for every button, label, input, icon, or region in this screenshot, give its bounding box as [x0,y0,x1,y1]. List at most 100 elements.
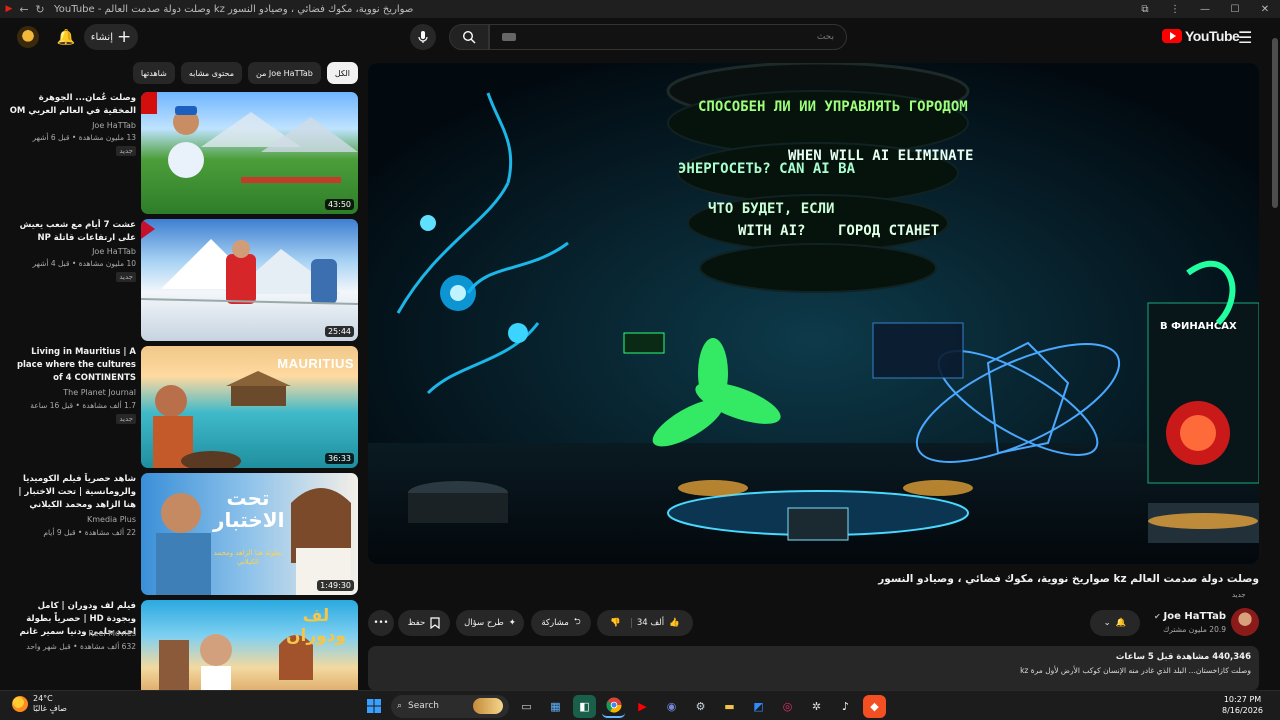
sparkle-icon: ✦ [508,618,516,628]
voice-search-button[interactable] [410,24,436,50]
taskbar-apps: ⌕ Search ▭ ▦ ◧ ▶ ◉ ⚙ ▬ ◩ ◎ ✲ ♪ ◆ [362,694,886,718]
video-title[interactable]: عشت 7 أيام مع شعب يعيش على ارتفاعات قاتل… [8,219,136,245]
search-placeholder: بحث [816,32,834,42]
video-thumbnail[interactable]: 43:50 [141,92,358,214]
brave-icon[interactable]: ◆ [863,694,886,718]
search-button[interactable] [449,24,489,50]
share-button[interactable]: مشاركة ⮌ [531,610,591,636]
video-player[interactable]: СПОСОБЕН ЛИ ИИ УПРАВЛЯТЬ ГОРОДОМ ЭНЕРГОС… [368,63,1259,564]
microphone-icon [418,31,428,43]
youtube-logo[interactable]: YouTube [1162,28,1240,44]
youtube-tab-icon: ▶ [5,4,13,14]
channel-name[interactable]: Reel Movies [8,629,136,638]
chip-watched[interactable]: شاهدتها [132,62,175,84]
chip-from-channel[interactable]: من Joe HaTTab [248,62,321,84]
task-view-icon[interactable]: ▭ [515,695,538,718]
channel-avatar[interactable] [1231,608,1259,636]
video-thumbnail[interactable]: 25:44 [141,219,358,341]
youtube-app-icon[interactable]: ▶ [631,695,654,718]
back-icon[interactable]: ← [16,3,32,16]
settings-icon[interactable]: ✲ [805,695,828,718]
keyboard-icon[interactable] [502,33,516,41]
video-title[interactable]: وصلت عُمان... الجوهرة المخفية في العالم … [8,92,136,118]
capcut-icon[interactable]: ◩ [747,695,770,718]
thumbnail-text: MAURITIUS [277,356,354,371]
video-title[interactable]: Living in Mauritius | A place where the … [8,346,136,386]
reload-icon[interactable]: ↻ [32,3,48,16]
page-scrollbar[interactable] [1270,18,1280,690]
logo-text: YouTube [1185,28,1240,44]
subscribe-bell-button[interactable]: ⌄ 🔔 [1090,610,1140,636]
teams-icon[interactable]: ◧ [573,694,596,718]
duration-badge: 1:49:30 [317,580,354,591]
browser-menu-icon[interactable]: ⋮ [1160,4,1190,15]
channel-name[interactable]: The Planet Journal [8,388,136,397]
thumbnail-subtext: بطولة هنا الزاهد ومحمد الكيلاني [213,549,283,566]
video-thumbnail[interactable]: MAURITIUS 36:33 [141,346,358,468]
steam-icon[interactable]: ⚙ [689,695,712,718]
window-title: YouTube - وصلت دولة صدمت العالم kz صواري… [54,3,414,15]
video-meta: 22 ألف مشاهدة • قبل 9 أيام [43,528,136,537]
account-avatar[interactable] [17,26,39,48]
new-badge: جديد [116,272,136,282]
youtube-play-logo-icon [1162,29,1182,43]
video-title[interactable]: شاهد حصرياً فيلم الكوميديا والرومانسية |… [8,473,136,513]
description-box[interactable]: 440,346 مشاهدة قبل 5 ساعات وصلت كازاخستا… [368,646,1259,691]
ask-button[interactable]: طرح سؤال ✦ [456,610,524,636]
save-button[interactable]: حفظ [398,610,450,636]
save-label: حفظ [407,618,426,628]
hamburger-menu-icon[interactable]: ☰ [1238,28,1252,47]
channel-name[interactable]: Joe HaTTab [8,247,136,256]
list-item[interactable]: 43:50 وصلت عُمان... الجوهرة المخفية في ا… [0,92,358,214]
extensions-icon[interactable]: ⧉ [1130,4,1160,15]
subscriber-count: 20.9 مليون مشترك [1163,625,1226,634]
thumbnail-text: لف ودوران [286,606,346,646]
video-thumbnail[interactable]: تحت الاختبار بطولة هنا الزاهد ومحمد الكي… [141,473,358,595]
scrollbar-thumb[interactable] [1272,38,1278,208]
search-input[interactable]: بحث [489,24,847,50]
video-frame: СПОСОБЕН ЛИ ИИ УПРАВЛЯТЬ ГОРОДОМ ЭНЕРГОС… [368,63,1259,564]
screen-text-5: ГОРОД СТАНЕТ [838,223,939,239]
channel-name-main[interactable]: ✔ Joe HaTTab [1150,611,1226,622]
dislike-icon[interactable]: 👎 [610,618,632,628]
chrome-icon[interactable] [602,695,625,718]
chip-all[interactable]: الكل [326,62,358,84]
system-clock[interactable]: 10:27 PM 8/16/2026 [1222,694,1263,716]
screen-text-3: ЧТО БУДЕТ, ЕСЛИ [708,201,834,217]
new-badge: جديد [116,414,136,424]
more-icon: ••• [373,618,389,628]
search-icon [462,30,476,44]
youtube-header: 🔔 إنشاء + بحث YouTube ☰ [0,18,1280,56]
notifications-bell-icon[interactable]: 🔔 [55,26,77,48]
list-item[interactable]: تحت الاختبار بطولة هنا الزاهد ومحمد الكي… [0,473,358,595]
maximize-button[interactable]: ☐ [1220,4,1250,15]
duration-badge: 43:50 [324,199,354,210]
new-badge: جديد [1232,591,1246,599]
more-actions-button[interactable]: ••• [368,610,394,636]
minimize-button[interactable]: — [1190,4,1220,15]
like-icon[interactable]: 👍 [669,618,680,628]
tiktok-icon[interactable]: ♪ [834,695,857,718]
weather-condition: صافٍ غالبًا [33,704,67,713]
taskbar-search-label: Search [408,701,439,711]
channel-name[interactable]: Kmedia Plus [8,515,136,524]
list-item[interactable]: 25:44 عشت 7 أيام مع شعب يعيش على ارتفاعا… [0,219,358,341]
mountains-scene [141,92,358,183]
taskbar-search[interactable]: ⌕ Search [391,694,509,718]
instagram-icon[interactable]: ◎ [776,695,799,718]
screen-text-2: WHEN WILL AI ELIMINATE [788,148,973,164]
bell-icon: 🔔 [1115,618,1127,628]
list-item[interactable]: MAURITIUS 36:33 Living in Mauritius | A … [0,346,358,468]
windows-start-icon[interactable] [362,695,385,718]
share-icon: ⮌ [573,617,581,627]
video-thumbnail[interactable]: لف ودوران [141,600,358,690]
microsoft-store-icon[interactable]: ▦ [544,695,567,718]
chip-related[interactable]: محتوى مشابه [180,62,243,84]
discord-icon[interactable]: ◉ [660,695,683,718]
weather-widget[interactable]: 24°C صافٍ غالبًا [12,694,67,714]
channel-name[interactable]: Joe HaTTab [8,121,136,130]
list-item[interactable]: لف ودوران فيلم لف ودوران | كامل وبجودة H… [0,600,358,690]
file-explorer-icon[interactable]: ▬ [718,695,741,718]
close-window-button[interactable]: ✕ [1250,4,1280,15]
create-button[interactable]: إنشاء + [84,24,138,50]
